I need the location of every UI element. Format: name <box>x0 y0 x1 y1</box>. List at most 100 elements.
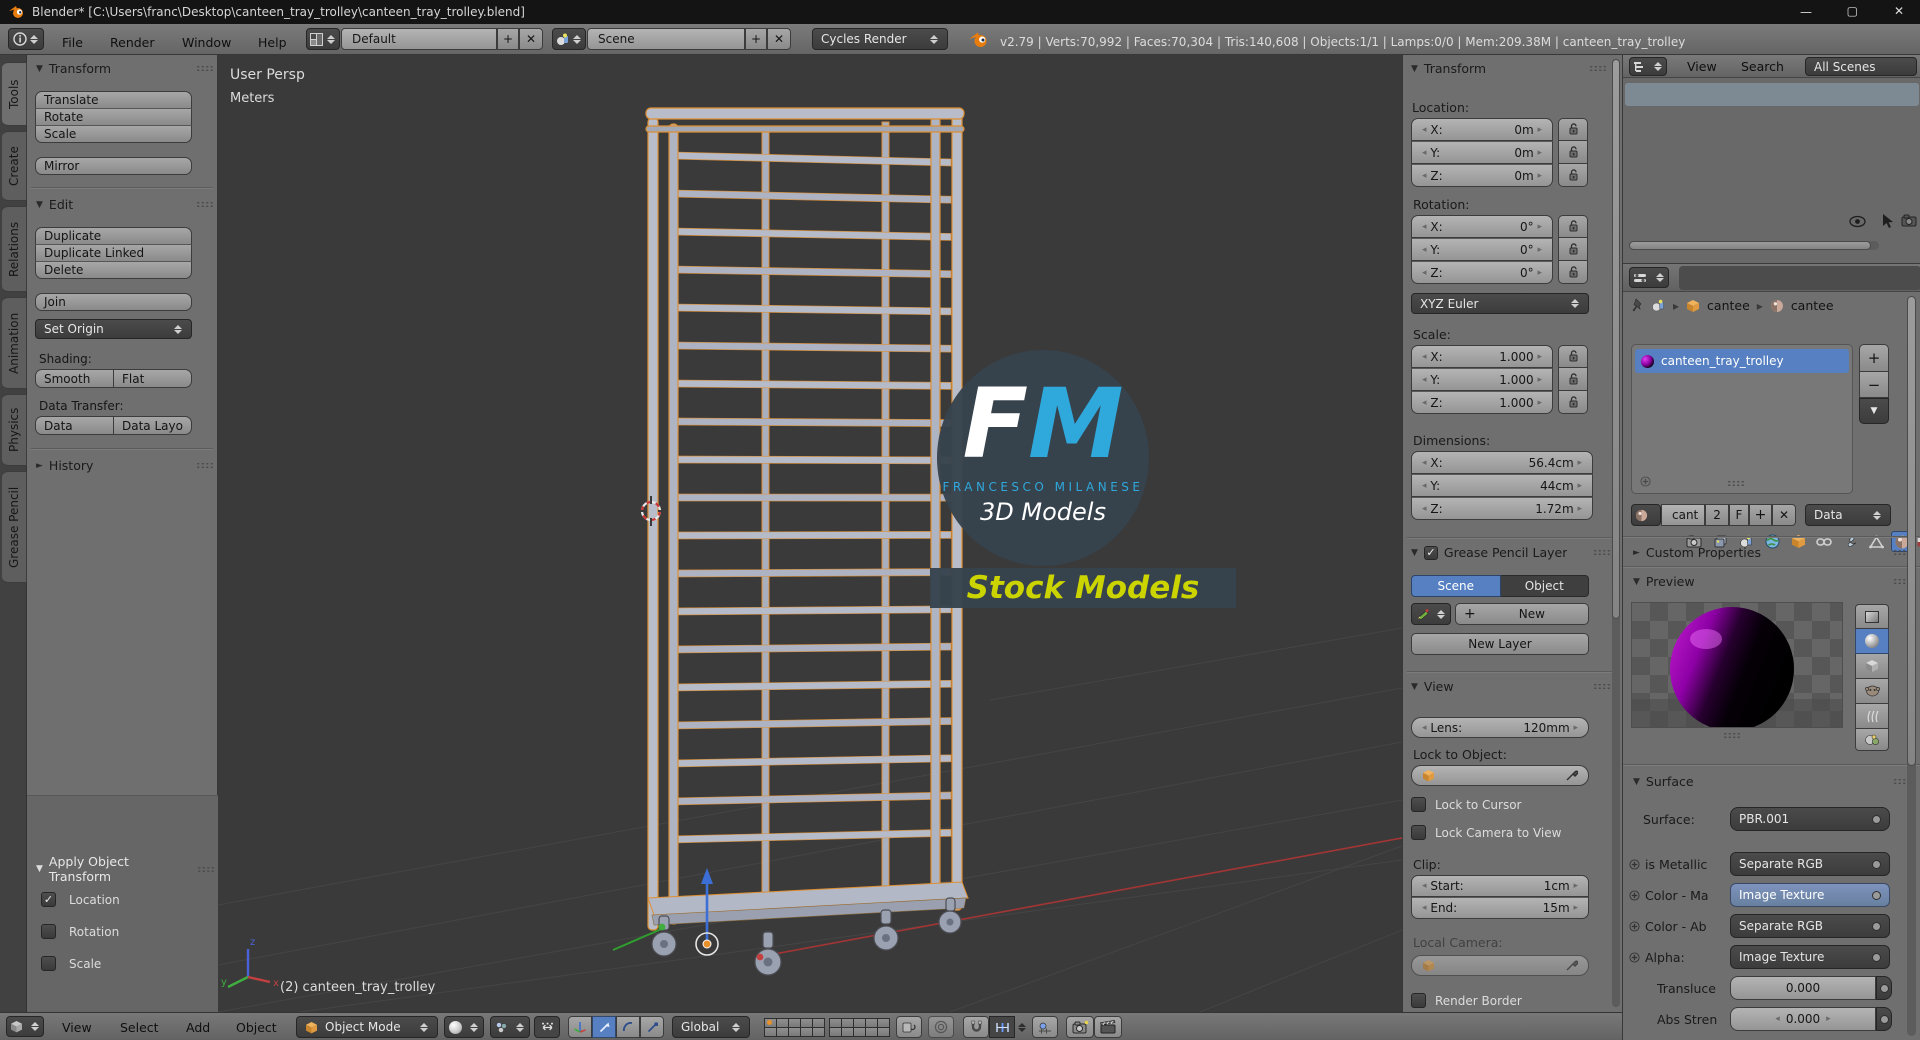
panel-header-transform[interactable]: ▼ Transform <box>36 61 214 76</box>
add-screen-layout-button[interactable]: + <box>497 28 519 50</box>
preview-world-icon[interactable] <box>1855 729 1889 751</box>
apply-rotation-checkbox[interactable] <box>41 924 56 939</box>
lock-to-cursor-checkbox[interactable] <box>1411 797 1426 812</box>
maximize-button[interactable]: ▢ <box>1847 4 1858 18</box>
snap-element-button[interactable] <box>989 1016 1015 1038</box>
pointer-select-icon[interactable] <box>1881 213 1894 229</box>
snap-toggle-button[interactable] <box>963 1016 989 1038</box>
eyedropper-icon[interactable] <box>1565 769 1578 782</box>
panel-grip-icon[interactable] <box>196 201 214 208</box>
gp-scene-tab[interactable]: Scene <box>1411 575 1501 597</box>
lock-icon[interactable] <box>1558 368 1588 391</box>
pin-icon[interactable] <box>1631 298 1644 313</box>
panel-header-edit[interactable]: ▼ Edit <box>36 197 214 212</box>
editor-type-outliner-button[interactable] <box>1629 57 1667 76</box>
data-transfer-data-button[interactable]: Data <box>35 416 114 435</box>
material-name-field[interactable]: cant <box>1661 504 1705 526</box>
lock-icon[interactable] <box>1558 238 1588 261</box>
expand-plus-icon[interactable] <box>1629 859 1640 870</box>
tab-tools[interactable]: Tools <box>2 62 27 126</box>
color-ma-node-dropdown[interactable]: Image Texture <box>1730 883 1890 907</box>
delete-scene-button[interactable]: ✕ <box>767 28 791 50</box>
npanel-scrollbar[interactable] <box>1612 59 1620 1007</box>
unlink-material-button[interactable]: ✕ <box>1772 504 1796 526</box>
lock-icon[interactable] <box>1558 345 1588 368</box>
abs-strength-slider[interactable]: ◂ 0.000 ▸ <box>1730 1007 1876 1031</box>
data-transfer-layout-button[interactable]: Data Layo <box>114 416 192 435</box>
tab-relations[interactable]: Relations <box>2 206 27 292</box>
lock-icon[interactable] <box>1558 118 1588 141</box>
translucency-slider[interactable]: 0.000 <box>1730 976 1876 1000</box>
render-engine-dropdown[interactable]: Cycles Render <box>812 28 948 50</box>
delete-button[interactable]: Delete <box>35 261 192 279</box>
material-slot-row[interactable]: canteen_tray_trolley <box>1635 349 1849 373</box>
breadcrumb-material[interactable]: cantee <box>1791 298 1834 313</box>
menu-help[interactable]: Help <box>258 35 287 50</box>
lock-icon[interactable] <box>1558 261 1588 284</box>
expand-plus-icon[interactable] <box>1629 890 1640 901</box>
add-material-slot-button[interactable]: + <box>1859 344 1889 372</box>
panel-grip-icon[interactable] <box>196 65 214 72</box>
tab-physics[interactable]: Physics <box>2 394 27 466</box>
apply-scale-checkbox[interactable] <box>41 956 56 971</box>
pivot-point-dropdown[interactable] <box>490 1016 530 1038</box>
list-resize-grip-icon[interactable] <box>1727 480 1745 487</box>
panel-grip-icon[interactable] <box>1589 65 1607 72</box>
panel-header-history[interactable]: ► History <box>36 458 214 473</box>
dimension-x-field[interactable]: ◂ X: 56.4cm ▸ <box>1411 451 1593 474</box>
set-origin-dropdown[interactable]: Set Origin <box>35 319 192 339</box>
outliner-view-menu[interactable]: View <box>1687 59 1717 74</box>
editor-type-3dview-button[interactable] <box>6 1016 44 1037</box>
select-menu[interactable]: Select <box>120 1020 159 1035</box>
scene-selector-icon-button[interactable] <box>552 28 586 50</box>
view-menu[interactable]: View <box>62 1020 92 1035</box>
lock-icon[interactable] <box>1558 141 1588 164</box>
preview-flat-icon[interactable] <box>1855 604 1889 629</box>
screen-layout-selector-icon[interactable] <box>306 28 340 50</box>
snap-target-button[interactable] <box>1032 1016 1058 1038</box>
location-x-field[interactable]: ◂ X: 0m ▸ <box>1411 118 1553 141</box>
add-menu[interactable]: Add <box>186 1020 210 1035</box>
editor-type-info-button[interactable] <box>8 28 44 50</box>
dimension-z-field[interactable]: ◂ Z: 1.72m ▸ <box>1411 497 1593 520</box>
screen-layout-name-field[interactable]: Default <box>341 28 497 50</box>
panel-header-view[interactable]: ▼ View <box>1411 679 1611 694</box>
scale-z-field[interactable]: ◂ Z: 1.000 ▸ <box>1411 391 1553 414</box>
layer-cell[interactable] <box>876 1026 890 1037</box>
minimize-button[interactable]: — <box>1800 5 1812 19</box>
tab-animation[interactable]: Animation <box>2 297 27 389</box>
manipulator-rotate-button[interactable] <box>616 1016 640 1038</box>
menu-render[interactable]: Render <box>110 35 155 50</box>
add-scene-button[interactable]: + <box>745 28 767 50</box>
lock-icon[interactable] <box>1558 391 1588 414</box>
manipulator-translate-button[interactable] <box>592 1016 616 1038</box>
panel-header-surface[interactable]: ▼ Surface <box>1633 774 1911 789</box>
is-metallic-node-dropdown[interactable]: Separate RGB <box>1730 852 1890 876</box>
lock-icon[interactable] <box>1558 164 1588 187</box>
material-browse-dropdown[interactable] <box>1631 504 1661 526</box>
apply-location-checkbox[interactable]: ✓ <box>41 892 56 907</box>
preview-sphere-icon[interactable] <box>1855 629 1889 654</box>
duplicate-button[interactable]: Duplicate <box>35 227 192 244</box>
opengl-render-button[interactable] <box>1066 1016 1094 1038</box>
rotate-button[interactable]: Rotate <box>35 108 192 125</box>
close-window-button[interactable]: ✕ <box>1894 4 1904 18</box>
mirror-button[interactable]: Mirror <box>35 157 192 175</box>
manipulator-toggle-button[interactable] <box>568 1016 592 1038</box>
panel-header-preview[interactable]: ▼ Preview <box>1633 574 1911 589</box>
layers-grid-right[interactable] <box>828 1017 890 1037</box>
rotation-y-field[interactable]: ◂ Y: 0° ▸ <box>1411 238 1553 261</box>
dimension-y-field[interactable]: ◂ Y: 44cm ▸ <box>1411 474 1593 497</box>
panel-header-grease-pencil[interactable]: ▼ ✓ Grease Pencil Layer <box>1411 545 1611 560</box>
lock-icon[interactable] <box>1558 215 1588 238</box>
object-menu[interactable]: Object <box>236 1020 277 1035</box>
translate-button[interactable]: Translate <box>35 91 192 108</box>
material-specials-dropdown[interactable]: ▼ <box>1859 398 1889 424</box>
scale-button[interactable]: Scale <box>35 125 192 143</box>
gp-object-tab[interactable]: Object <box>1500 575 1589 597</box>
color-ab-node-dropdown[interactable]: Separate RGB <box>1730 914 1890 938</box>
gp-new-button[interactable]: + New <box>1455 603 1589 625</box>
tab-create[interactable]: Create <box>2 131 27 201</box>
clip-start-field[interactable]: ◂ Start: 1cm ▸ <box>1411 875 1589 897</box>
mode-dropdown[interactable]: Object Mode <box>296 1016 438 1038</box>
